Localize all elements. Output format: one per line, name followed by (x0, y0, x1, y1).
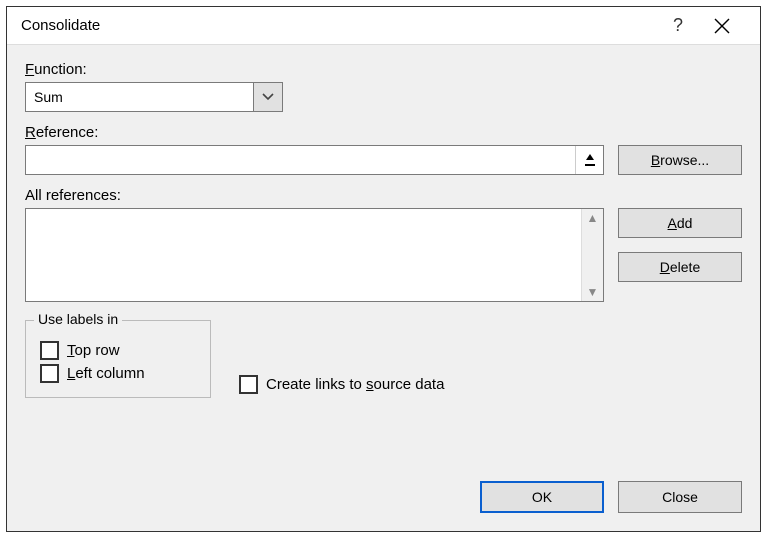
function-label: Function: (25, 61, 742, 78)
consolidate-dialog: Consolidate ? Function: Sum Reference: (6, 6, 761, 532)
function-select[interactable]: Sum (25, 82, 283, 112)
title-bar: Consolidate ? (7, 7, 760, 45)
close-button[interactable] (698, 18, 746, 34)
create-links-label: Create links to source data (266, 376, 444, 393)
left-column-label: Left column (67, 365, 145, 382)
all-references-label: All references: (25, 187, 742, 204)
function-select-button[interactable] (253, 82, 283, 112)
top-row-checkbox[interactable] (40, 341, 59, 360)
close-dialog-button[interactable]: Close (618, 481, 742, 513)
ok-button[interactable]: OK (480, 481, 604, 513)
left-column-checkbox[interactable] (40, 364, 59, 383)
chevron-down-icon (262, 93, 274, 101)
all-references-listbox[interactable]: ▲ ▼ (25, 208, 604, 302)
dialog-title: Consolidate (21, 17, 658, 34)
dialog-body: Function: Sum Reference: Browse... (7, 45, 760, 467)
use-labels-group: Use labels in Top row Left column (25, 320, 211, 398)
close-icon (714, 18, 730, 34)
browse-button[interactable]: Browse... (618, 145, 742, 175)
collapse-icon (583, 152, 597, 168)
add-button[interactable]: Add (618, 208, 742, 238)
function-select-value: Sum (25, 82, 253, 112)
reference-input-wrap (25, 145, 604, 175)
top-row-label: Top row (67, 342, 120, 359)
delete-button[interactable]: Delete (618, 252, 742, 282)
reference-input[interactable] (26, 146, 575, 174)
create-links-checkbox[interactable] (239, 375, 258, 394)
scroll-up-icon: ▲ (587, 209, 599, 227)
use-labels-legend: Use labels in (34, 311, 122, 327)
collapse-dialog-button[interactable] (575, 146, 603, 174)
reference-label: Reference: (25, 124, 742, 141)
listbox-scrollbar[interactable]: ▲ ▼ (581, 209, 603, 301)
help-button[interactable]: ? (658, 15, 698, 36)
scroll-down-icon: ▼ (587, 283, 599, 301)
dialog-footer: OK Close (7, 467, 760, 531)
